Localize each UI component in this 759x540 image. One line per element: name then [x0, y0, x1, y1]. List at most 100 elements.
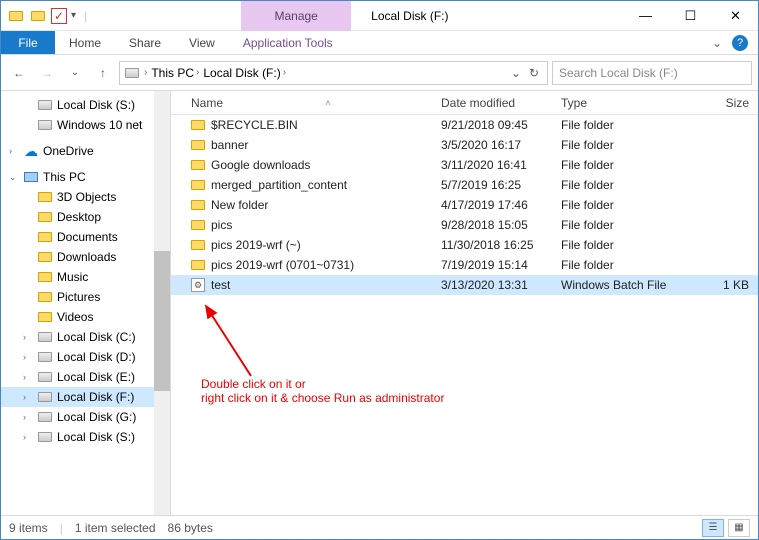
batch-file-icon: ⚙ — [191, 278, 205, 292]
breadcrumb-drive[interactable]: Local Disk (F:) — [203, 66, 280, 80]
tree-item-pictures[interactable]: Pictures — [1, 287, 170, 307]
drive-icon — [37, 429, 53, 445]
tree-item-local-disk-c-[interactable]: ›Local Disk (C:) — [1, 327, 170, 347]
tree-item-onedrive[interactable]: ›☁OneDrive — [1, 141, 170, 161]
file-tab[interactable]: File — [1, 31, 55, 54]
status-size: 86 bytes — [168, 521, 213, 535]
close-button[interactable]: ✕ — [713, 1, 758, 31]
window-title: Local Disk (F:) — [351, 9, 623, 23]
column-name[interactable]: Name˄ — [185, 96, 435, 110]
file-date: 4/17/2019 17:46 — [435, 198, 555, 212]
address-dropdown-icon[interactable]: ⌄ — [511, 66, 521, 80]
view-large-button[interactable]: ▦ — [728, 519, 750, 537]
folder-icon — [37, 269, 53, 285]
file-name: merged_partition_content — [211, 178, 347, 192]
column-type[interactable]: Type — [555, 96, 685, 110]
drive-icon — [37, 389, 53, 405]
forward-button[interactable]: → — [35, 61, 59, 85]
file-row[interactable]: pics9/28/2018 15:05File folder — [171, 215, 758, 235]
chevron-right-icon[interactable]: › — [283, 67, 286, 78]
file-name: banner — [211, 138, 248, 152]
tab-application-tools[interactable]: Application Tools — [229, 31, 347, 54]
file-list: Name˄ Date modified Type Size $RECYCLE.B… — [171, 91, 758, 515]
file-row[interactable]: pics 2019-wrf (~)11/30/2018 16:25File fo… — [171, 235, 758, 255]
file-row[interactable]: New folder4/17/2019 17:46File folder — [171, 195, 758, 215]
file-row[interactable]: Google downloads3/11/2020 16:41File fold… — [171, 155, 758, 175]
chevron-right-icon[interactable]: › — [144, 67, 147, 78]
minimize-button[interactable]: — — [623, 1, 668, 31]
monitor-icon — [23, 169, 39, 185]
file-type: File folder — [555, 158, 685, 172]
tree-item-3d-objects[interactable]: 3D Objects — [1, 187, 170, 207]
up-button[interactable]: ↑ — [91, 61, 115, 85]
file-row[interactable]: merged_partition_content5/7/2019 16:25Fi… — [171, 175, 758, 195]
file-date: 9/28/2018 15:05 — [435, 218, 555, 232]
tree-item-win10net[interactable]: Windows 10 net — [1, 115, 170, 135]
ribbon-context-manage[interactable]: Manage — [241, 1, 351, 31]
drive-icon — [37, 409, 53, 425]
folder-icon — [191, 120, 205, 130]
file-date: 7/19/2019 15:14 — [435, 258, 555, 272]
file-row[interactable]: ⚙test3/13/2020 13:31Windows Batch File1 … — [171, 275, 758, 295]
tree-item-local-disk-f-[interactable]: ›Local Disk (F:) — [1, 387, 170, 407]
explorer-icon — [7, 7, 25, 25]
sidebar-scroll-thumb[interactable] — [154, 251, 170, 391]
refresh-icon[interactable]: ↻ — [529, 66, 539, 80]
qat-dropdown-icon[interactable]: ▾ — [71, 10, 76, 21]
file-type: File folder — [555, 178, 685, 192]
ribbon-expand-icon[interactable]: ⌄ — [712, 36, 722, 50]
file-name: $RECYCLE.BIN — [211, 118, 298, 132]
tree-item-documents[interactable]: Documents — [1, 227, 170, 247]
status-item-count: 9 items — [9, 521, 48, 535]
folder-icon — [37, 309, 53, 325]
folder-icon — [191, 220, 205, 230]
folder-icon — [37, 229, 53, 245]
drive-icon — [37, 369, 53, 385]
folder-icon — [191, 260, 205, 270]
file-row[interactable]: banner3/5/2020 16:17File folder — [171, 135, 758, 155]
tree-item-music[interactable]: Music — [1, 267, 170, 287]
status-selection: 1 item selected — [75, 521, 156, 535]
tree-item-local-disk-s-[interactable]: ›Local Disk (S:) — [1, 427, 170, 447]
file-name: New folder — [211, 198, 268, 212]
back-button[interactable]: ← — [7, 61, 31, 85]
file-row[interactable]: $RECYCLE.BIN9/21/2018 09:45File folder — [171, 115, 758, 135]
tab-share[interactable]: Share — [115, 31, 175, 54]
title-bar: ✓ ▾ | Manage Local Disk (F:) — ☐ ✕ — [1, 1, 758, 31]
tree-item-local-disk-g-[interactable]: ›Local Disk (G:) — [1, 407, 170, 427]
folder-icon — [37, 249, 53, 265]
help-icon[interactable]: ? — [732, 35, 748, 51]
tree-item-desktop[interactable]: Desktop — [1, 207, 170, 227]
file-name: test — [211, 278, 230, 292]
tab-home[interactable]: Home — [55, 31, 115, 54]
tree-item-downloads[interactable]: Downloads — [1, 247, 170, 267]
file-type: File folder — [555, 238, 685, 252]
folder-icon — [191, 200, 205, 210]
drive-icon — [37, 329, 53, 345]
tree-item-local-disk-d-[interactable]: ›Local Disk (D:) — [1, 347, 170, 367]
folder-icon — [37, 189, 53, 205]
ribbon-tabs: File Home Share View Application Tools ⌄… — [1, 31, 758, 55]
chevron-right-icon[interactable]: › — [196, 67, 199, 78]
search-input[interactable]: Search Local Disk (F:) — [552, 61, 752, 85]
folder-icon — [29, 7, 47, 25]
properties-icon[interactable]: ✓ — [51, 8, 67, 24]
recent-dropdown-icon[interactable]: ⌄ — [63, 61, 87, 85]
breadcrumb-thispc[interactable]: This PC — [151, 66, 194, 80]
folder-icon — [191, 180, 205, 190]
column-date[interactable]: Date modified — [435, 96, 555, 110]
tree-item-local-s[interactable]: Local Disk (S:) — [1, 95, 170, 115]
tab-view[interactable]: View — [175, 31, 229, 54]
cloud-icon: ☁ — [23, 143, 39, 159]
drive-icon — [124, 65, 140, 81]
tree-item-videos[interactable]: Videos — [1, 307, 170, 327]
tree-item-local-disk-e-[interactable]: ›Local Disk (E:) — [1, 367, 170, 387]
column-size[interactable]: Size — [685, 96, 755, 110]
sort-indicator-icon: ˄ — [325, 98, 330, 108]
maximize-button[interactable]: ☐ — [668, 1, 713, 31]
file-row[interactable]: pics 2019-wrf (0701~0731)7/19/2019 15:14… — [171, 255, 758, 275]
nav-pane: Local Disk (S:) Windows 10 net ›☁OneDriv… — [1, 91, 171, 515]
tree-item-thispc[interactable]: ⌄This PC — [1, 167, 170, 187]
view-details-button[interactable]: ☰ — [702, 519, 724, 537]
address-bar[interactable]: › This PC › Local Disk (F:) › ⌄ ↻ — [119, 61, 548, 85]
